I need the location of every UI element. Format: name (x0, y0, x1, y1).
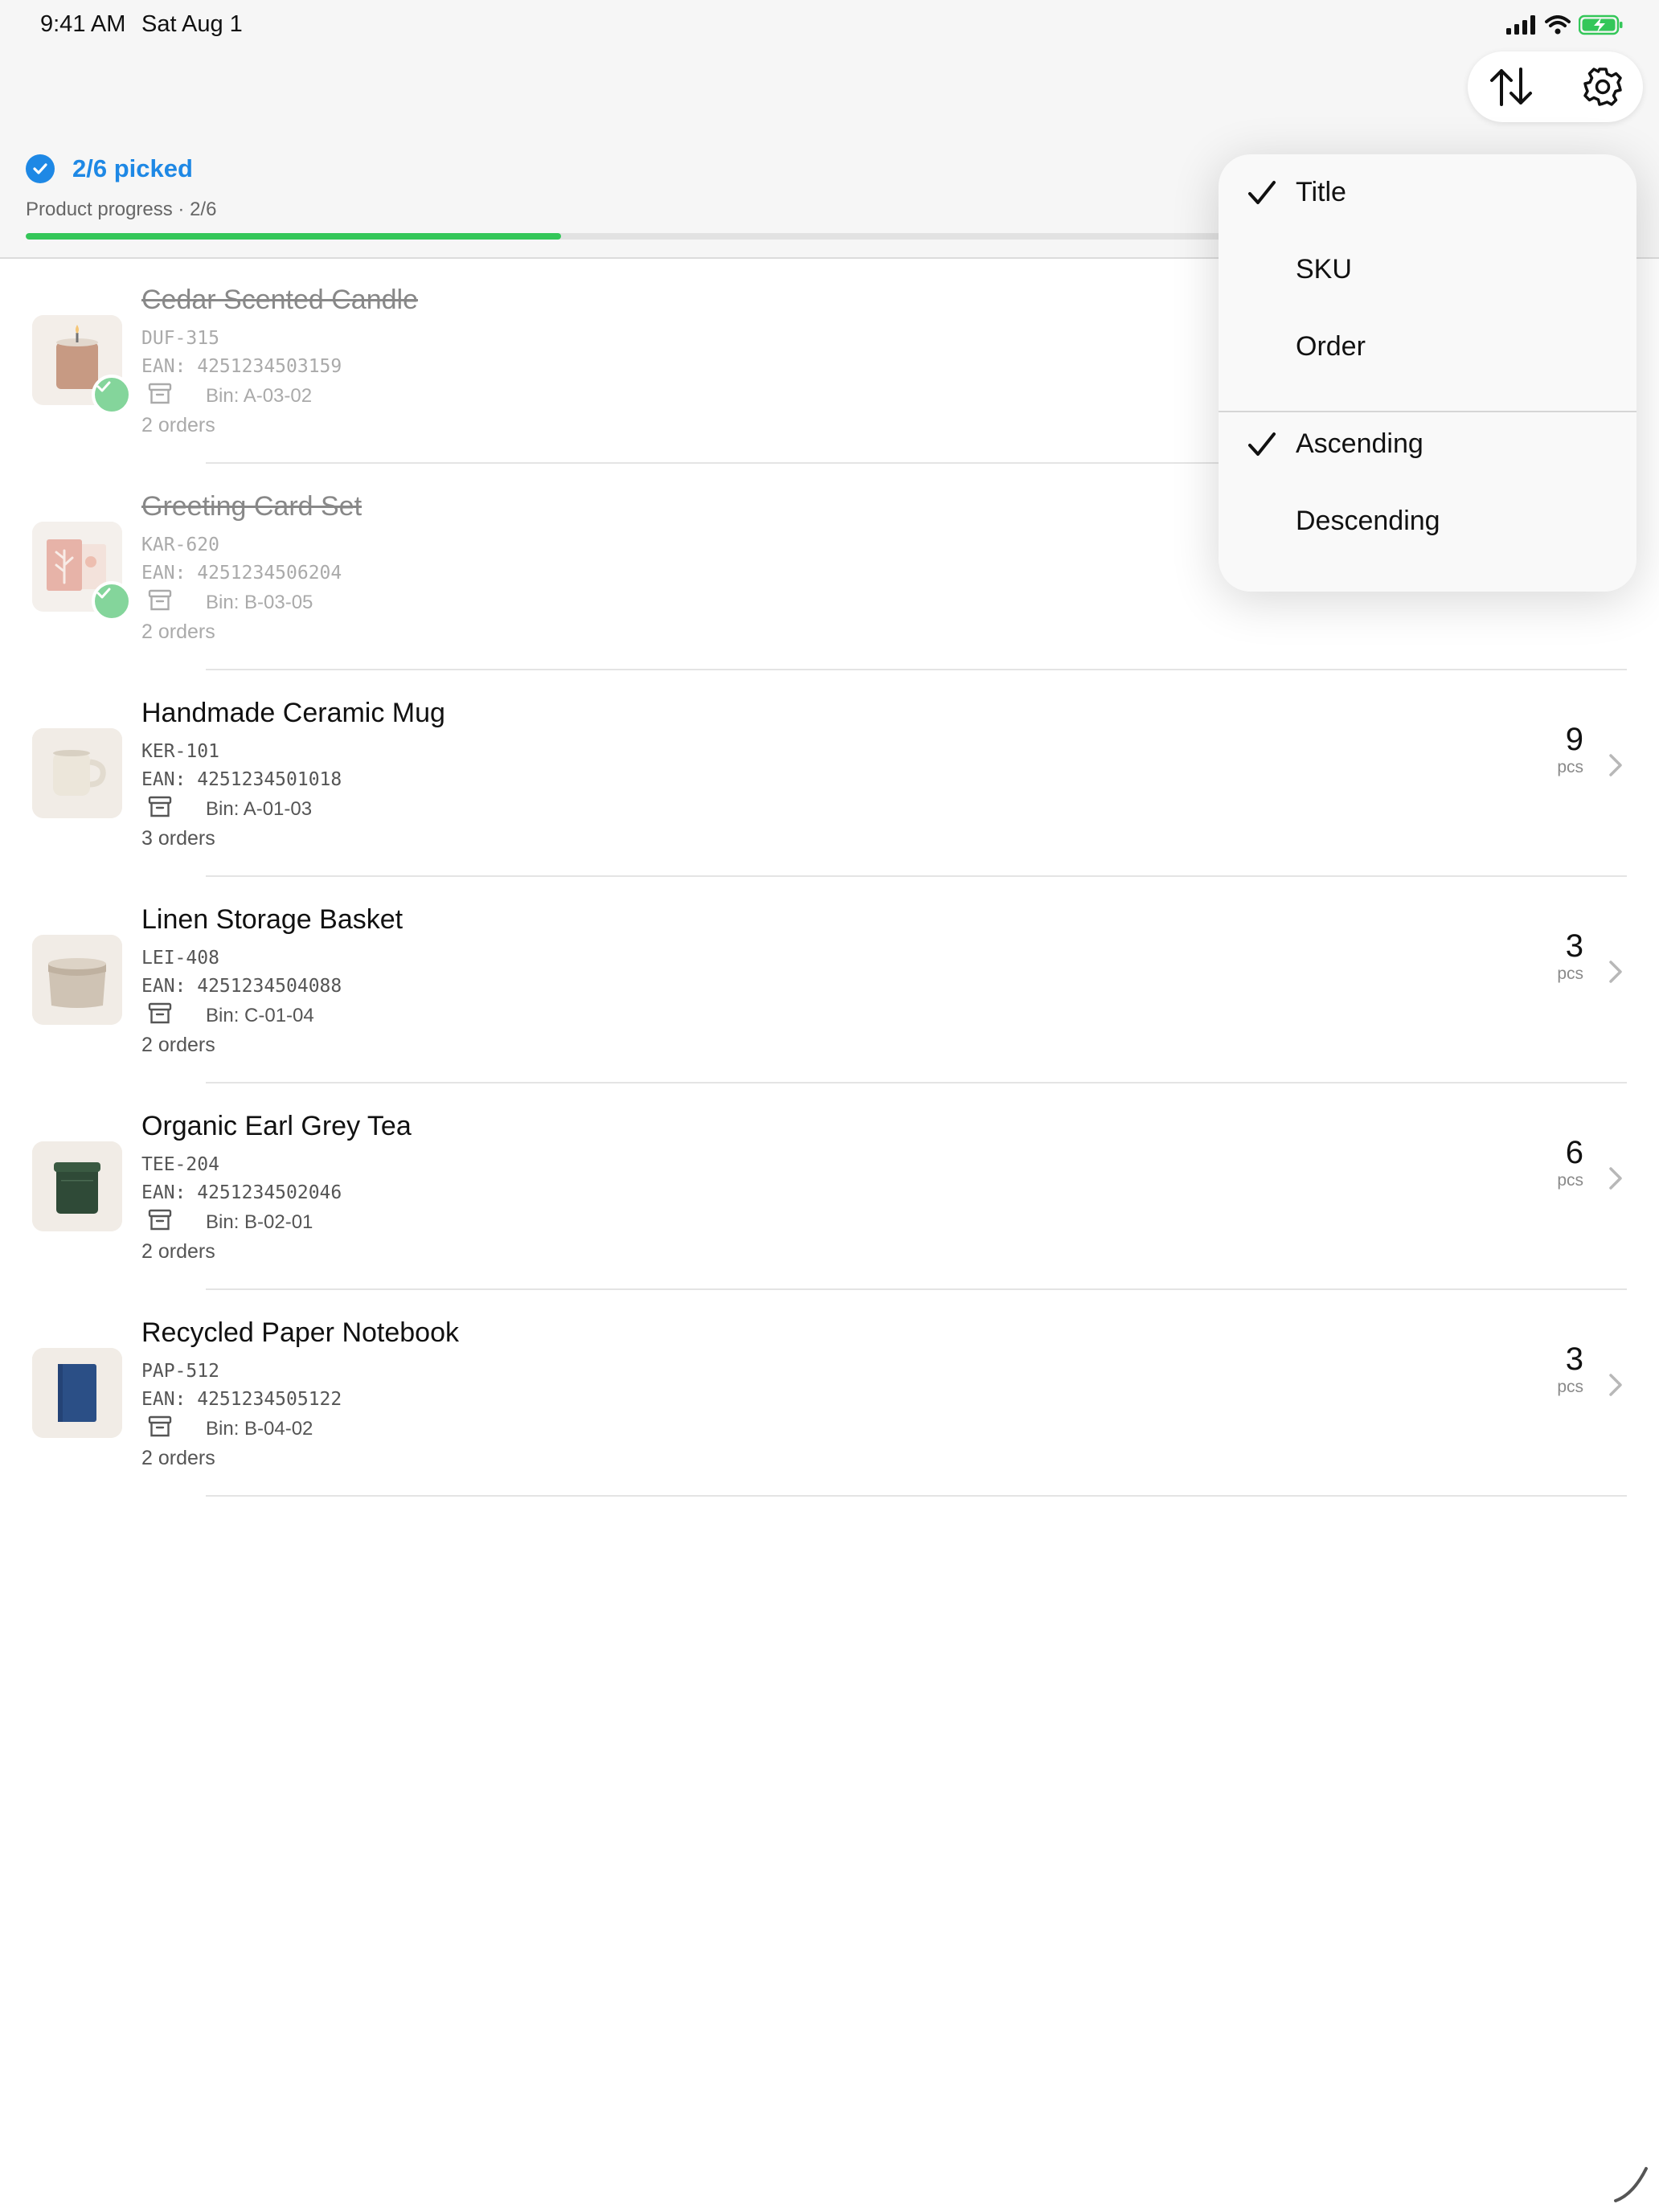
sort-option-order[interactable]: Order (1219, 309, 1636, 386)
quantity-unit: pcs (1557, 1378, 1583, 1396)
checkmark-icon (1248, 181, 1276, 204)
product-thumbnail (32, 1348, 122, 1438)
sort-option-title[interactable]: Title (1219, 154, 1636, 231)
product-sku: KAR-620 (141, 535, 219, 555)
quantity-value: 9 (1565, 722, 1583, 757)
product-row[interactable]: Linen Storage Basket LEI-408 EAN: 425123… (0, 877, 1659, 1083)
archive-box-icon (148, 1002, 172, 1024)
product-sku: KER-101 (141, 741, 219, 762)
product-thumbnail (32, 522, 132, 621)
product-row[interactable]: Handmade Ceramic Mug KER-101 EAN: 425123… (0, 670, 1659, 877)
checkmark-icon (1248, 432, 1276, 456)
product-ean: EAN: 4251234502046 (141, 1182, 342, 1203)
product-title: Organic Earl Grey Tea (141, 1111, 412, 1141)
product-ean: EAN: 4251234504088 (141, 976, 342, 997)
archive-box-icon (148, 1415, 172, 1437)
product-bin: Bin: B-02-01 (206, 1211, 313, 1233)
product-ean: EAN: 4251234506204 (141, 563, 342, 584)
sort-option-label: SKU (1296, 254, 1352, 285)
product-sku: PAP-512 (141, 1361, 219, 1382)
sort-direction-ascending[interactable]: Ascending (1219, 406, 1636, 483)
archive-box-icon (148, 589, 172, 611)
chevron-right-icon (1609, 754, 1622, 776)
archive-box-icon (148, 383, 172, 404)
settings-button[interactable] (1579, 63, 1627, 111)
battery-charging-icon (1579, 14, 1623, 35)
progress-fill (26, 233, 561, 240)
sort-menu: Title SKU Order Ascending Descending (1219, 154, 1636, 592)
toolbar (1468, 51, 1643, 122)
status-time: 9:41 AM (40, 11, 126, 37)
product-sku: DUF-315 (141, 328, 219, 349)
product-thumbnail (32, 1141, 122, 1231)
product-orders: 2 orders (141, 414, 215, 436)
wifi-icon (1545, 15, 1571, 35)
sort-direction-label: Descending (1296, 506, 1440, 536)
product-title: Linen Storage Basket (141, 904, 403, 935)
archive-box-icon (148, 1209, 172, 1231)
product-bin: Bin: B-04-02 (206, 1418, 313, 1440)
product-ean: EAN: 4251234501018 (141, 769, 342, 790)
product-thumbnail (32, 935, 122, 1025)
product-row[interactable]: Recycled Paper Notebook PAP-512 EAN: 425… (0, 1290, 1659, 1497)
chevron-right-icon (1609, 1374, 1622, 1396)
picked-count: 2/6 picked (72, 154, 193, 182)
product-quantity: 3 pcs (1519, 1342, 1583, 1397)
product-orders: 2 orders (141, 1034, 215, 1056)
picked-summary: 2/6 picked (26, 154, 193, 183)
home-indicator-icon (1614, 2167, 1648, 2202)
cellular-signal-icon (1506, 15, 1535, 35)
product-bin: Bin: C-01-04 (206, 1005, 314, 1026)
product-title: Cedar Scented Candle (141, 285, 419, 315)
product-bin: Bin: A-01-03 (206, 798, 313, 820)
quantity-value: 6 (1565, 1135, 1583, 1170)
product-bin: Bin: B-03-05 (206, 592, 313, 613)
quantity-unit: pcs (1557, 758, 1583, 776)
product-quantity: 9 pcs (1519, 722, 1583, 777)
sort-option-label: Order (1296, 331, 1366, 362)
check-circle-icon (26, 154, 55, 183)
product-title: Handmade Ceramic Mug (141, 698, 445, 728)
gear-icon (1583, 68, 1622, 106)
product-thumbnail (32, 728, 122, 818)
sort-button[interactable] (1487, 63, 1535, 111)
product-sku: LEI-408 (141, 948, 219, 969)
product-sku: TEE-204 (141, 1154, 219, 1175)
product-orders: 2 orders (141, 1447, 215, 1469)
product-orders: 3 orders (141, 827, 215, 850)
quantity-unit: pcs (1557, 965, 1583, 983)
status-date: Sat Aug 1 (141, 11, 243, 37)
product-quantity: 3 pcs (1519, 928, 1583, 984)
sort-option-label: Title (1296, 177, 1346, 207)
quantity-value: 3 (1565, 1342, 1583, 1377)
product-row[interactable]: Organic Earl Grey Tea TEE-204 EAN: 42512… (0, 1083, 1659, 1290)
product-ean: EAN: 4251234505122 (141, 1389, 342, 1410)
chevron-right-icon (1609, 1167, 1622, 1190)
product-bin: Bin: A-03-02 (206, 385, 313, 407)
picked-check-icon (92, 375, 132, 415)
product-quantity: 6 pcs (1519, 1135, 1583, 1190)
row-separator (206, 1495, 1627, 1497)
progress-text: Product progress · 2/6 (26, 199, 217, 220)
product-title: Greeting Card Set (141, 491, 363, 522)
sort-option-sku[interactable]: SKU (1219, 231, 1636, 309)
sort-direction-descending[interactable]: Descending (1219, 483, 1636, 560)
sort-direction-label: Ascending (1296, 428, 1423, 459)
quantity-unit: pcs (1557, 1171, 1583, 1190)
product-title: Recycled Paper Notebook (141, 1317, 460, 1348)
picked-check-icon (92, 581, 132, 621)
product-orders: 2 orders (141, 1240, 215, 1263)
status-icons (1506, 13, 1624, 37)
quantity-value: 3 (1565, 928, 1583, 964)
archive-box-icon (148, 796, 172, 817)
product-thumbnail (32, 315, 132, 415)
arrow-up-down-icon (1490, 68, 1532, 106)
product-orders: 2 orders (141, 621, 215, 643)
product-ean: EAN: 4251234503159 (141, 356, 342, 377)
chevron-right-icon (1609, 961, 1622, 983)
